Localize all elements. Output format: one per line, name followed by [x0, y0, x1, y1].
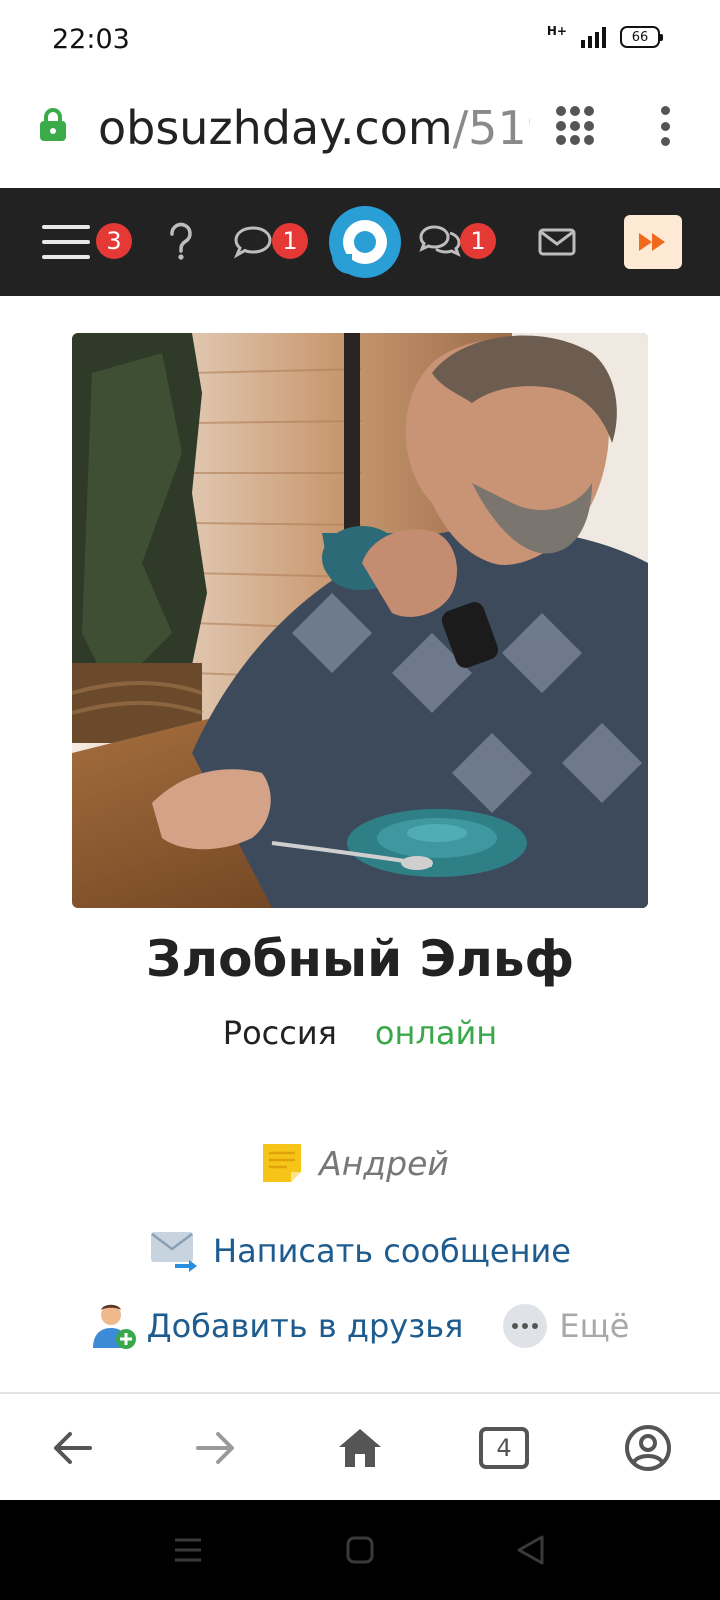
question-icon — [170, 222, 192, 260]
battery-level: 66 — [631, 29, 649, 45]
comments-button[interactable] — [228, 188, 278, 296]
envelope-icon — [538, 228, 576, 256]
help-button[interactable] — [156, 188, 206, 296]
triangle-back-icon — [517, 1535, 544, 1565]
arrow-right-icon — [196, 1432, 234, 1464]
profile-meta: Россия онлайн — [0, 1014, 720, 1052]
add-friend-icon — [92, 1304, 136, 1349]
tab-count: 4 — [496, 1434, 512, 1462]
site-logo[interactable] — [328, 188, 402, 296]
menu-button[interactable] — [36, 188, 96, 296]
browser-bottom-bar: 4 — [0, 1392, 720, 1500]
status-indicators: H+ 66 — [546, 24, 663, 48]
status-time: 22:03 — [52, 24, 130, 55]
network-type: H+ — [546, 24, 567, 38]
comment-icon — [233, 226, 272, 259]
discussions-badge: 1 — [460, 223, 496, 259]
forward-button[interactable] — [168, 1394, 264, 1502]
comments-badge: 1 — [272, 223, 308, 259]
sticky-note-icon — [263, 1144, 302, 1182]
profile-photo[interactable] — [72, 333, 648, 908]
user-note[interactable]: Андрей — [0, 1142, 720, 1184]
profile-actions: Добавить в друзья Ещё — [0, 1302, 720, 1350]
online-status: онлайн — [374, 1014, 498, 1052]
chat-bubbles-icon — [419, 225, 461, 257]
home-system-button[interactable] — [310, 1500, 410, 1600]
back-system-button[interactable] — [480, 1500, 580, 1600]
fast-forward-button[interactable] — [624, 188, 682, 296]
hamburger-icon — [42, 225, 90, 259]
system-nav-bar — [0, 1500, 720, 1600]
url-path: /519 — [452, 101, 530, 155]
add-friend-label: Добавить в друзья — [146, 1307, 464, 1345]
messages-button[interactable] — [530, 188, 584, 296]
home-button[interactable] — [312, 1394, 408, 1502]
tabs-icon: 4 — [479, 1427, 529, 1469]
profile-country[interactable]: Россия — [223, 1014, 337, 1052]
url-field[interactable]: obsuzhday.com/519 — [98, 98, 530, 158]
arrow-left-icon — [54, 1432, 92, 1464]
menu-badge: 3 — [96, 223, 132, 259]
menu-lines-icon — [175, 1538, 201, 1562]
more-actions-label: Ещё — [559, 1307, 630, 1345]
signal-icon — [581, 26, 606, 48]
site-nav-bar: 3 1 1 — [0, 188, 720, 296]
send-message-label: Написать сообщение — [213, 1232, 571, 1270]
back-button[interactable] — [24, 1394, 120, 1502]
profile-button[interactable] — [600, 1394, 696, 1502]
browser-url-bar: obsuzhday.com/519 — [0, 80, 720, 188]
send-message-link[interactable]: Написать сообщение — [0, 1230, 720, 1272]
apps-grid-icon[interactable] — [556, 106, 596, 146]
battery-icon: 66 — [620, 26, 663, 48]
home-icon — [339, 1429, 381, 1467]
account-icon — [625, 1425, 671, 1471]
note-text: Андрей — [319, 1143, 449, 1183]
more-dots-icon — [503, 1304, 548, 1348]
mail-send-icon — [151, 1232, 197, 1272]
tabs-button[interactable]: 4 — [456, 1394, 552, 1502]
more-options-icon[interactable] — [658, 106, 672, 146]
profile-photo-image — [72, 333, 648, 908]
add-friend-link[interactable]: Добавить в друзья — [91, 1302, 464, 1350]
status-bar: 22:03 H+ 66 — [0, 0, 720, 80]
fast-forward-icon — [624, 215, 682, 269]
square-icon — [346, 1536, 374, 1564]
more-actions-button[interactable]: Ещё — [503, 1304, 629, 1348]
recents-button[interactable] — [138, 1500, 238, 1600]
profile-name: Злобный Эльф — [145, 930, 575, 988]
url-domain: obsuzhday.com — [98, 101, 453, 155]
lock-icon[interactable] — [38, 107, 68, 143]
